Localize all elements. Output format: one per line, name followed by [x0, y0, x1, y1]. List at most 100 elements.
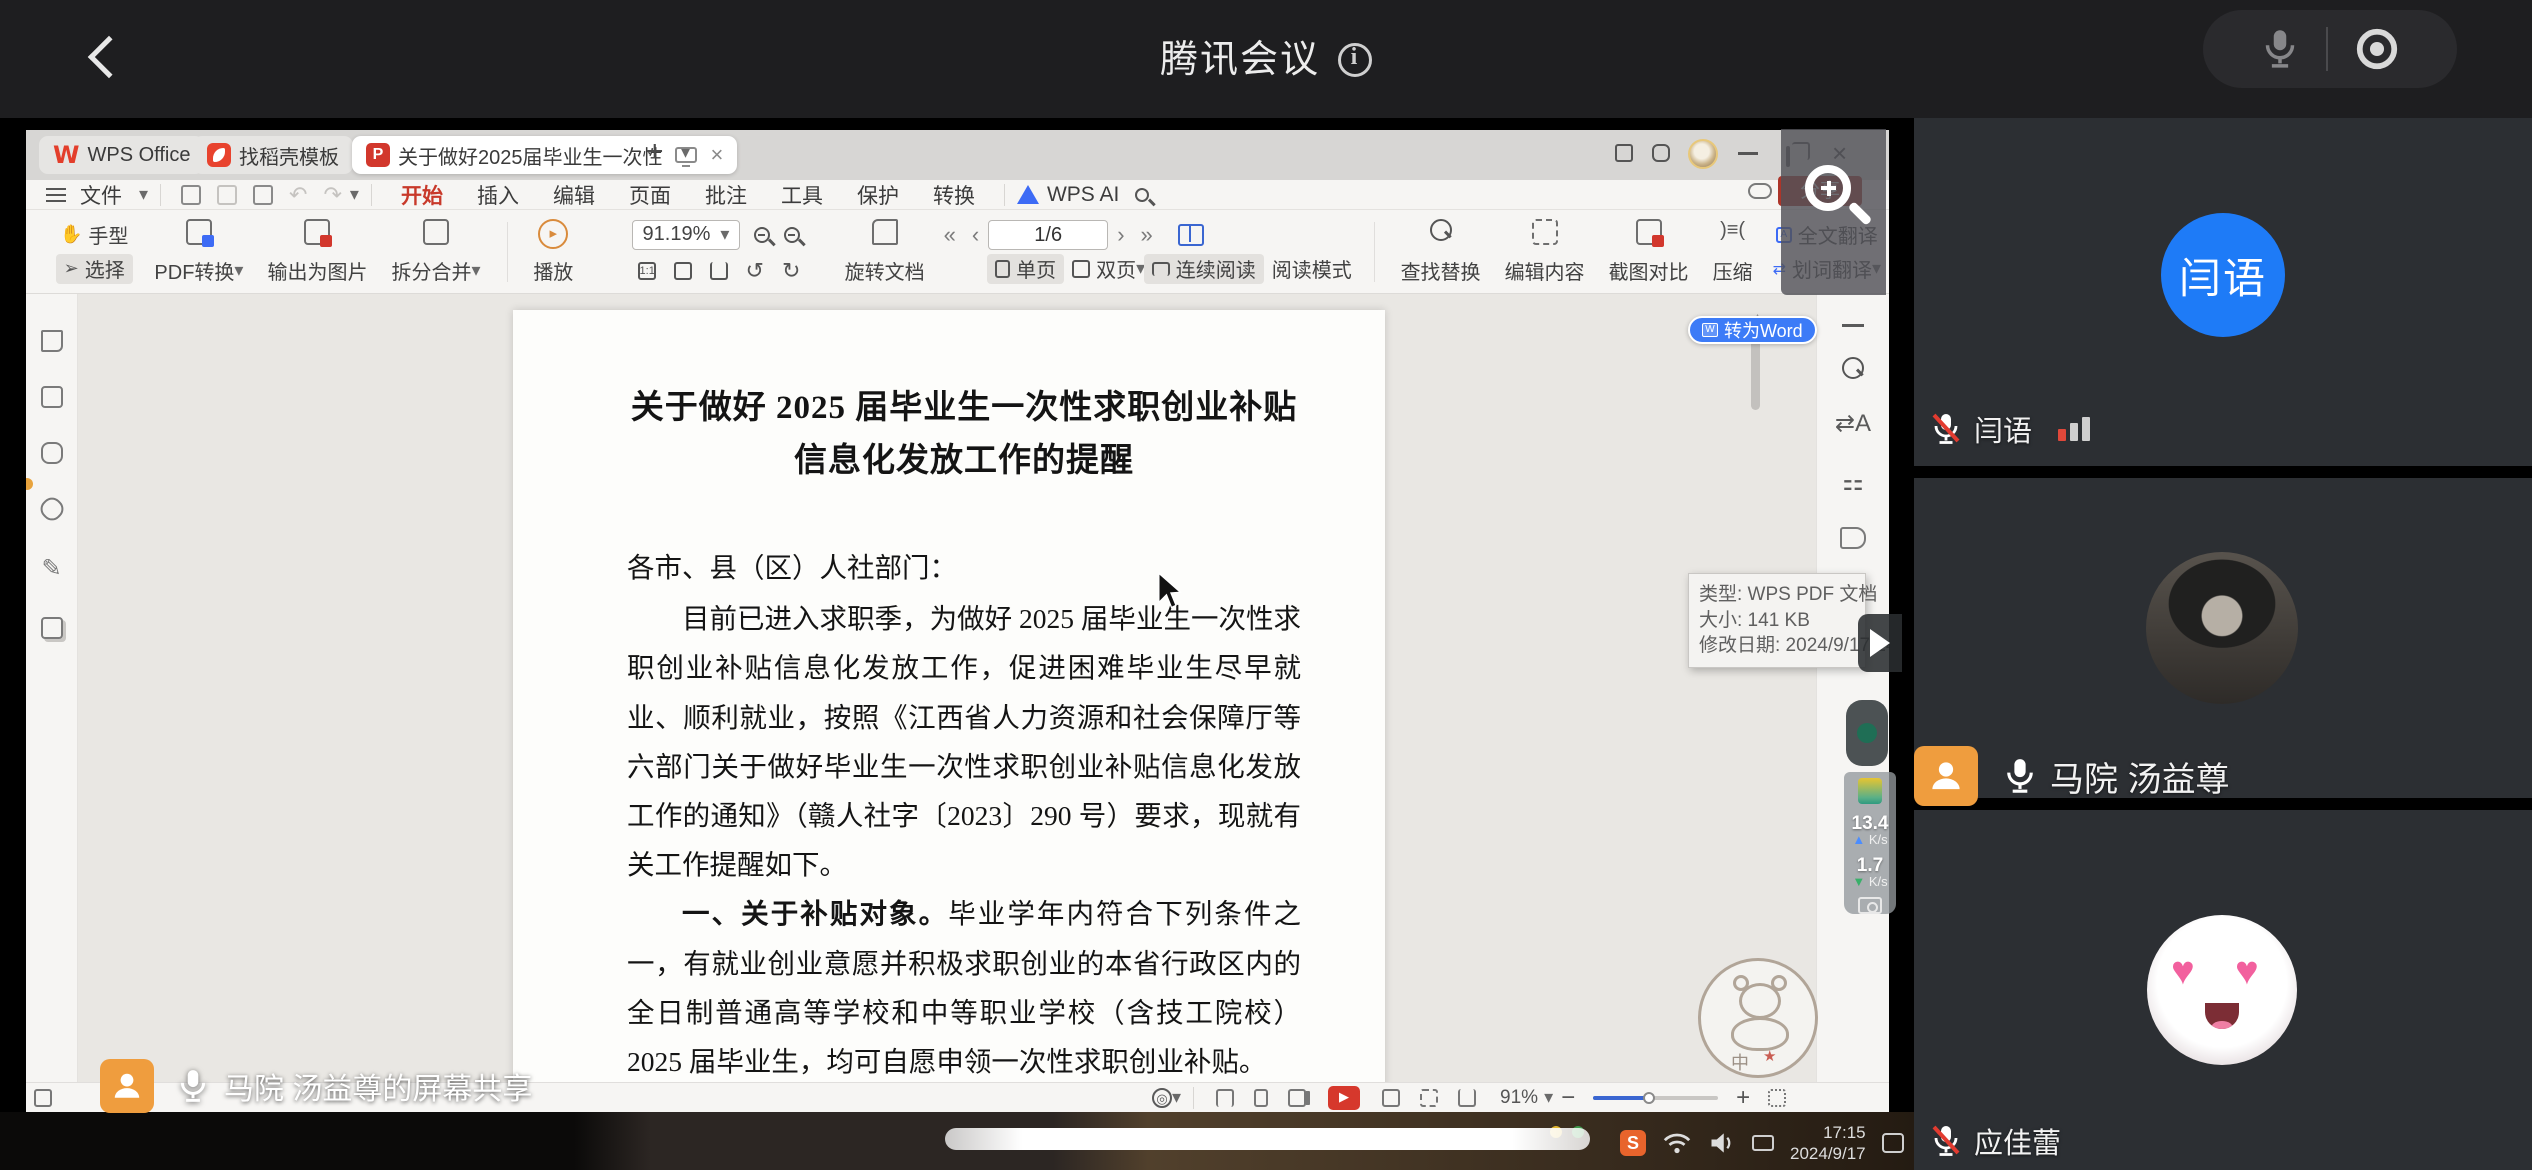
menu-tools[interactable]: 工具: [781, 180, 823, 210]
compress-button[interactable]: )≡( 压缩: [1701, 219, 1765, 285]
tab-document[interactable]: P 关于做好2025届毕业生一次性 ×: [352, 136, 737, 174]
prev-page-icon[interactable]: ‹: [972, 222, 979, 248]
collapse-icon[interactable]: [1842, 324, 1864, 327]
rotate-right-icon[interactable]: ↻: [782, 258, 800, 284]
page-indicator[interactable]: 1/6: [988, 220, 1108, 250]
wifi-icon[interactable]: [1662, 1131, 1692, 1155]
record-icon[interactable]: [2354, 26, 2400, 72]
split-merge-button[interactable]: 拆分合并▾: [379, 219, 492, 285]
menu-edit[interactable]: 编辑: [553, 180, 595, 210]
info-icon[interactable]: [1338, 43, 1372, 77]
notification-icon[interactable]: [1882, 1133, 1904, 1153]
tab-list-chevron-icon[interactable]: ▾: [681, 142, 690, 163]
pdf-convert-button[interactable]: PDF转换▾: [142, 219, 255, 285]
undo-icon[interactable]: ↶: [289, 182, 307, 208]
rail-search-icon[interactable]: [1842, 357, 1864, 379]
menu-annotate[interactable]: 批注: [705, 180, 747, 210]
microphone-icon[interactable]: [2260, 27, 2300, 71]
attachment-icon[interactable]: [36, 493, 67, 524]
bookmark-icon[interactable]: [41, 330, 63, 352]
tray-app-icon[interactable]: S: [1620, 1130, 1646, 1156]
print-icon[interactable]: [253, 185, 273, 205]
autoplay-button[interactable]: ▶: [1328, 1086, 1360, 1110]
system-clock[interactable]: 17:15 2024/9/17: [1790, 1122, 1866, 1165]
zoom-slider-handle[interactable]: [1643, 1092, 1655, 1104]
pen-icon[interactable]: ✎: [41, 554, 61, 583]
screenshot-compare-button[interactable]: 截图对比: [1597, 219, 1701, 285]
fit-page-icon[interactable]: [674, 262, 692, 280]
status-dot-pill[interactable]: [1846, 700, 1888, 766]
cloud-upload-icon[interactable]: [1748, 183, 1772, 199]
user-avatar[interactable]: [1688, 139, 1718, 169]
participant-tile-yingjialei[interactable]: ♥ ♥ 应佳蕾: [1914, 810, 2532, 1170]
edit-content-button[interactable]: 编辑内容: [1493, 219, 1597, 285]
workspace-icon[interactable]: [1615, 144, 1633, 162]
menu-file[interactable]: 文件: [80, 180, 122, 210]
rail-translate-icon[interactable]: ⇄A: [1835, 409, 1871, 438]
sidebar-expand-button[interactable]: [1858, 614, 1902, 672]
rail-settings-icon[interactable]: ⚏: [1842, 468, 1864, 497]
redo-icon[interactable]: ↷: [323, 182, 341, 208]
participant-tile-yanyu[interactable]: 闫语 闫语: [1914, 118, 2532, 466]
search-icon[interactable]: [1135, 188, 1149, 202]
fit-width-small-icon[interactable]: [1458, 1089, 1476, 1107]
zoom-slider[interactable]: [1593, 1096, 1718, 1100]
one-to-one-icon[interactable]: 1:1: [638, 262, 656, 280]
menu-convert[interactable]: 转换: [933, 180, 975, 210]
thumbnail-icon[interactable]: [41, 386, 63, 408]
tab-docer[interactable]: 找稻壳模板: [193, 136, 353, 174]
cube-icon[interactable]: [1652, 144, 1670, 162]
play-button[interactable]: ▸ 播放: [521, 219, 585, 285]
zoom-minus-icon[interactable]: −: [1561, 1084, 1575, 1112]
chevron-down-icon[interactable]: ▾: [1172, 1087, 1181, 1108]
select-tool-button[interactable]: ➢ 选择: [56, 254, 133, 284]
single-page-button[interactable]: 单页: [987, 254, 1064, 284]
minimize-icon[interactable]: [1738, 152, 1758, 155]
find-replace-button[interactable]: 查找替换: [1389, 219, 1493, 285]
hamburger-icon[interactable]: [46, 188, 66, 190]
fullscreen-icon[interactable]: [1768, 1089, 1786, 1107]
redo-chevron-icon[interactable]: ▾: [350, 184, 359, 205]
rail-booklet-icon[interactable]: [1840, 527, 1866, 549]
save-icon[interactable]: [217, 185, 237, 205]
continuous-small-icon[interactable]: [1216, 1089, 1234, 1107]
zoom-plus-icon[interactable]: +: [1736, 1084, 1750, 1112]
zoom-in-icon[interactable]: [784, 227, 800, 243]
camera-icon[interactable]: [1858, 897, 1882, 914]
menu-protect[interactable]: 保护: [857, 180, 899, 210]
rotate-left-icon[interactable]: ↺: [746, 258, 764, 284]
horizontal-scrollbar[interactable]: [945, 1128, 1590, 1150]
export-image-button[interactable]: 输出为图片: [255, 219, 379, 285]
rotate-doc-button[interactable]: 旋转文档: [833, 219, 937, 285]
hand-tool-button[interactable]: ✋ 手型: [52, 220, 136, 250]
double-page-button[interactable]: 双页▾: [1064, 254, 1153, 284]
fit-screen-icon[interactable]: [1420, 1089, 1438, 1107]
tab-wps-home[interactable]: W WPS Office: [39, 136, 204, 174]
first-page-icon[interactable]: «: [944, 222, 956, 248]
meeting-zoom-overlay[interactable]: [1781, 129, 1886, 295]
continuous-read-button[interactable]: 连续阅读: [1144, 254, 1264, 284]
zoom-level-select[interactable]: 91.19% ▾: [632, 220, 741, 250]
fit-height-icon[interactable]: [1382, 1089, 1400, 1107]
open-folder-icon[interactable]: [181, 185, 201, 205]
view-mode-icon[interactable]: ◎: [1152, 1088, 1172, 1108]
book-icon[interactable]: [1178, 224, 1204, 246]
new-tab-icon[interactable]: +: [646, 135, 664, 169]
zoom-out-icon[interactable]: [754, 227, 770, 243]
fit-width-icon[interactable]: [710, 262, 728, 280]
speaker-icon[interactable]: [1708, 1130, 1736, 1156]
tab-close-icon[interactable]: ×: [711, 142, 724, 168]
network-monitor-widget[interactable]: 13.4 ▲ K/s 1.7 ▼ K/s: [1844, 772, 1896, 914]
battery-icon[interactable]: [1752, 1135, 1774, 1151]
convert-to-word-button[interactable]: W 转为Word: [1688, 316, 1817, 344]
comment-icon[interactable]: [41, 442, 63, 464]
read-mode-button[interactable]: 阅读模式: [1264, 254, 1360, 284]
wps-ai-button[interactable]: WPS AI: [1047, 183, 1119, 207]
double-page-small-icon[interactable]: [1288, 1089, 1306, 1107]
layers-icon[interactable]: [41, 617, 63, 639]
menu-insert[interactable]: 插入: [477, 180, 519, 210]
menu-home[interactable]: 开始: [401, 180, 443, 210]
single-page-small-icon[interactable]: [1254, 1089, 1268, 1107]
participant-tile-tangyizun[interactable]: 马院 汤益尊: [1914, 478, 2532, 798]
menu-page[interactable]: 页面: [629, 180, 671, 210]
